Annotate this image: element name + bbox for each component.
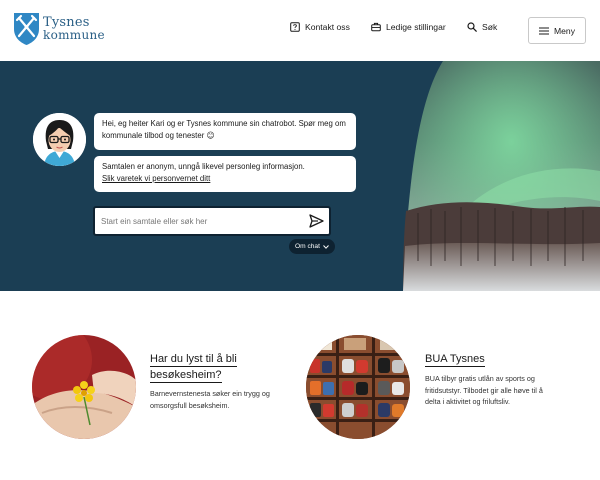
hands-flower-photo: [32, 335, 136, 439]
card-title-bua[interactable]: BUA Tysnes: [425, 351, 485, 367]
nav-search-label: Søk: [482, 22, 498, 32]
aurora-photo: [403, 61, 600, 291]
question-icon: [290, 22, 300, 32]
coat-of-arms-icon: [14, 13, 39, 45]
chat-input-box: [93, 206, 331, 236]
send-icon[interactable]: [309, 214, 324, 228]
card-title-line-2: besøkesheim?: [150, 369, 222, 383]
privacy-notice-text: Samtalen er anonym, unngå likevel person…: [102, 162, 305, 171]
nav-search-link[interactable]: Søk: [467, 22, 497, 32]
bua-image[interactable]: [306, 335, 410, 439]
chatbot-face-icon: [33, 113, 86, 166]
hamburger-icon: [538, 26, 549, 35]
about-chat-label: Om chat: [295, 243, 320, 250]
site-logo[interactable]: Tysnes kommune: [13, 12, 105, 46]
chevron-down-icon: [323, 244, 329, 249]
briefcase-icon: [371, 22, 381, 32]
visitor-home-image[interactable]: [32, 335, 136, 439]
chatbot-greeting-bubble: Hei, eg heiter Kari og er Tysnes kommune…: [94, 113, 356, 150]
chat-search-input[interactable]: [101, 213, 301, 229]
greeting-text: Hei, eg heiter Kari og er Tysnes kommune…: [102, 119, 346, 140]
card-description-visitor-home: Barnevernstenesta søker ein trygg og oms…: [150, 389, 270, 410]
menu-button[interactable]: Meny: [528, 17, 586, 44]
nav-contact-label: Kontakt oss: [305, 22, 350, 32]
search-icon: [467, 22, 477, 32]
nav-jobs-label: Ledige stillingar: [386, 22, 446, 32]
chat-hero: Hei, eg heiter Kari og er Tysnes kommune…: [0, 61, 600, 291]
card-title-bua-label: BUA Tysnes: [425, 353, 485, 367]
logo-text: Tysnes kommune: [43, 16, 105, 42]
logo-line-2: kommune: [43, 28, 105, 42]
nav-jobs-link[interactable]: Ledige stillingar: [371, 22, 446, 32]
privacy-notice-bubble: Samtalen er anonym, unngå likevel person…: [94, 156, 356, 192]
about-chat-button[interactable]: Om chat: [289, 239, 335, 254]
nav-contact-link[interactable]: Kontakt oss: [290, 22, 350, 32]
card-title-visitor-home[interactable]: Har du lyst til å bli besøkesheim?: [150, 351, 237, 383]
privacy-policy-link[interactable]: Slik varetek vi personvernet ditt: [102, 173, 348, 185]
chatbot-avatar: [33, 113, 86, 166]
menu-button-label: Meny: [553, 25, 575, 36]
card-description-bua: BUA tilbyr gratis utlån av sports og fri…: [425, 374, 543, 406]
card-title-line-1: Har du lyst til å bli: [150, 353, 237, 367]
equipment-shelves-photo: [306, 335, 410, 439]
site-header: Tysnes kommune Kontakt oss Ledige stilli…: [0, 0, 600, 61]
